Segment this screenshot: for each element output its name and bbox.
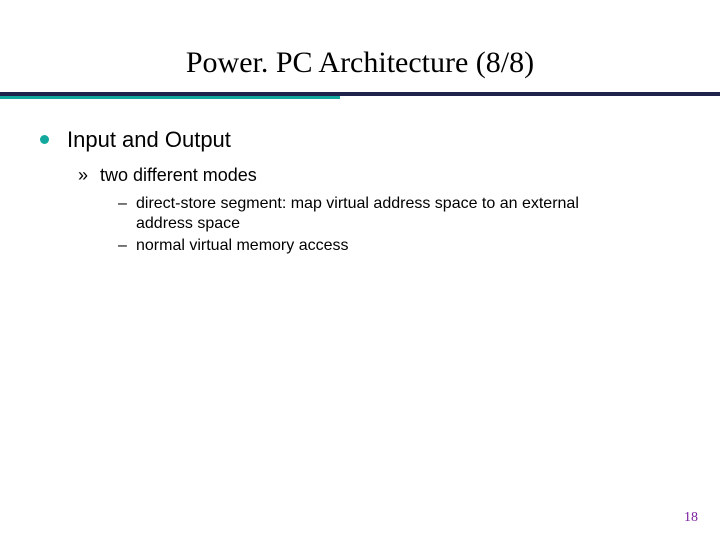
slide-content: Input and Output » two different modes –… [0, 99, 720, 256]
chevron-right-icon: » [78, 165, 100, 186]
bullet-level-1: Input and Output [40, 127, 680, 153]
page-number: 18 [684, 510, 698, 526]
bullet-level-3: – normal virtual memory access [118, 236, 680, 256]
dash-icon: – [118, 237, 136, 255]
divider [0, 92, 720, 99]
bullet-text: normal virtual memory access [136, 236, 349, 256]
bullet-text: Input and Output [67, 127, 231, 153]
slide: Power. PC Architecture (8/8) Input and O… [0, 0, 720, 540]
dot-icon [40, 135, 49, 144]
bullet-text: direct-store segment: map virtual addres… [136, 194, 640, 234]
dash-icon: – [118, 195, 136, 213]
bullet-level-2: » two different modes [78, 165, 680, 186]
bullet-text: two different modes [100, 165, 257, 186]
bullet-level-3: – direct-store segment: map virtual addr… [118, 194, 680, 234]
slide-title: Power. PC Architecture (8/8) [0, 0, 720, 92]
